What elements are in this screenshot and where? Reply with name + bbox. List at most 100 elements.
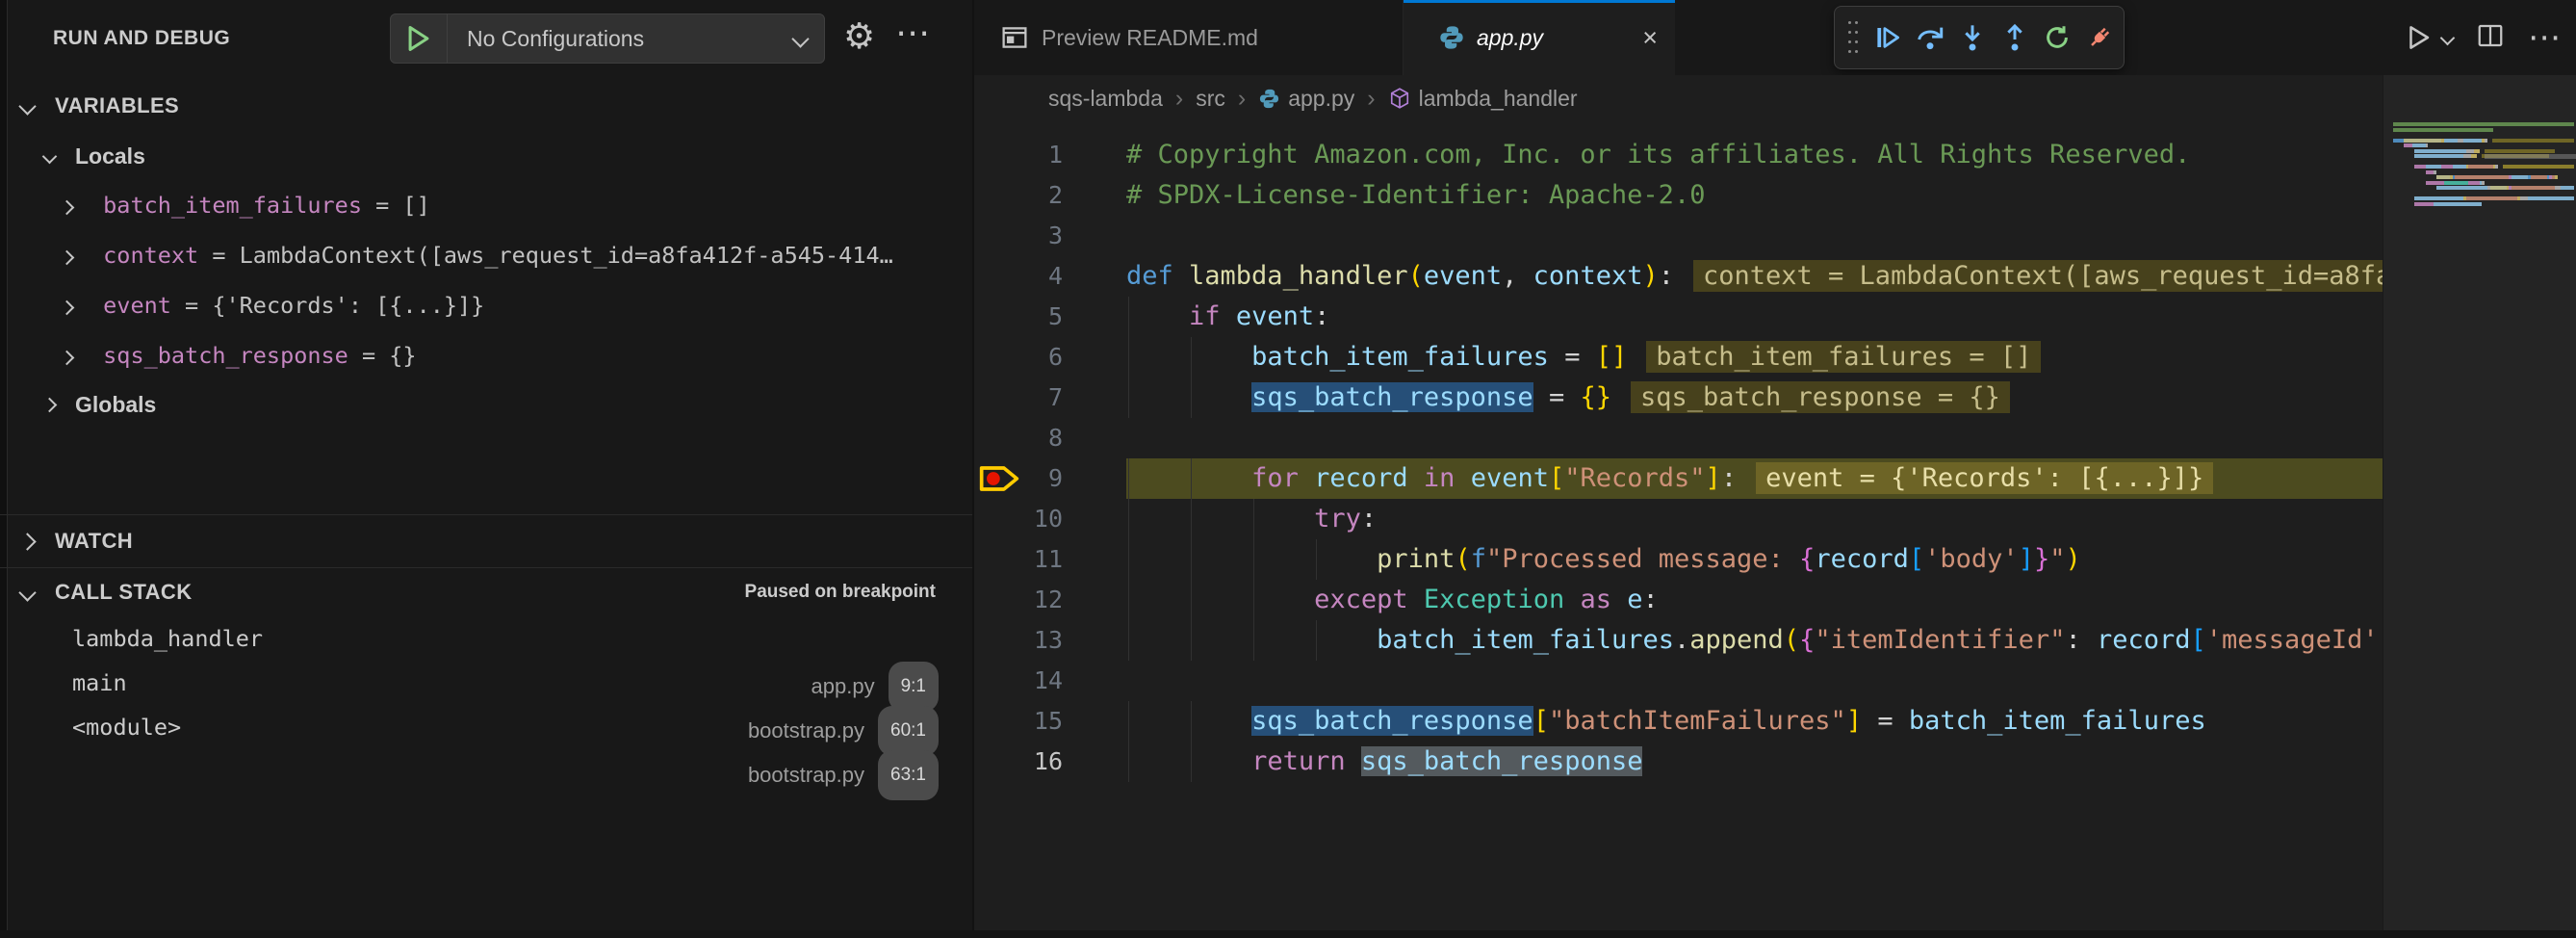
line-number[interactable]: 3 <box>974 216 1063 256</box>
code-token: ) <box>1642 261 1658 291</box>
breadcrumb-separator: › <box>1367 85 1375 113</box>
line-number[interactable]: 14 <box>974 661 1063 701</box>
debug-config-dropdown[interactable]: No Configurations <box>390 13 825 64</box>
tab-preview-readme[interactable]: Preview README.md <box>976 0 1404 75</box>
variable-row[interactable]: batch_item_failures = [] <box>0 180 972 230</box>
code-line[interactable]: sqs_batch_response["batchItemFailures"] … <box>1126 701 2383 742</box>
call-stack-frame[interactable]: <module> bootstrap.py 63:1 <box>0 705 972 749</box>
inline-debug-value: sqs_batch_response = {} <box>1631 381 2010 413</box>
close-icon[interactable]: × <box>1642 21 1658 54</box>
line-number[interactable]: 11 <box>974 539 1063 580</box>
drag-grip-handle[interactable] <box>1840 16 1865 59</box>
code-line[interactable]: try: <box>1126 499 2383 539</box>
code-token: { <box>1799 625 1815 655</box>
code-token: record <box>1815 544 1909 574</box>
line-number[interactable]: 10 <box>974 499 1063 539</box>
grip-dots-icon <box>1848 21 1856 54</box>
code-token: batch_item_failures <box>1909 706 2206 736</box>
minimap[interactable] <box>2383 75 2576 938</box>
code-line[interactable] <box>1126 216 2383 256</box>
code-token: "batchItemFailures" <box>1549 706 1846 736</box>
tab-app-py[interactable]: app.py × <box>1404 0 1675 75</box>
split-editor-button[interactable] <box>2476 21 2505 55</box>
debug-continue-button[interactable] <box>1868 16 1907 59</box>
code-editor[interactable]: 1 # Copyright Amazon.com, Inc. or its aff… <box>974 121 2383 938</box>
split-editor-icon <box>2476 21 2505 50</box>
variables-section-header[interactable]: VARIABLES <box>0 85 972 127</box>
debug-step-over-button[interactable] <box>1911 16 1949 59</box>
code-token: if <box>1189 301 1236 331</box>
breadcrumb-item[interactable]: src <box>1196 86 1225 112</box>
line-number[interactable]: 5 <box>974 297 1063 337</box>
globals-group[interactable]: Globals <box>0 382 972 427</box>
line-number[interactable]: 4 <box>974 256 1063 297</box>
minimap-line <box>2393 165 2574 169</box>
watch-section-header[interactable]: WATCH <box>0 517 972 565</box>
code-line[interactable]: if event: <box>1126 297 2383 337</box>
debug-step-into-button[interactable] <box>1953 16 1992 59</box>
call-stack-section-header[interactable]: CALL STACK Paused on breakpoint <box>0 569 972 615</box>
chevron-down-icon <box>42 148 58 164</box>
variable-row[interactable]: sqs_batch_response = {} <box>0 330 972 380</box>
code-token: , <box>1502 261 1533 291</box>
line-number[interactable]: 7 <box>974 378 1063 418</box>
code-line[interactable]: def lambda_handler(event, context):conte… <box>1126 256 2383 297</box>
debug-toolbar <box>1834 6 2125 69</box>
breadcrumb-item[interactable]: sqs-lambda <box>1048 86 1163 112</box>
code-token: ] <box>1846 706 1862 736</box>
call-stack-frame[interactable]: main bootstrap.py 60:1 <box>0 661 972 705</box>
step-over-icon <box>1915 22 1945 53</box>
code-token: f <box>1471 544 1486 574</box>
code-line[interactable]: except Exception as e: <box>1126 580 2383 620</box>
start-debug-button[interactable] <box>391 14 448 63</box>
variable-row[interactable]: event = {'Records': [{...}]} <box>0 280 972 330</box>
code-token: in <box>1408 463 1471 493</box>
code-token: record <box>2097 625 2191 655</box>
minimap-line <box>2393 170 2436 174</box>
line-number[interactable]: 15 <box>974 701 1063 742</box>
line-number[interactable]: 2 <box>974 175 1063 216</box>
code-line[interactable]: batch_item_failures.append({"itemIdentif… <box>1126 620 2383 661</box>
breadcrumb: sqs-lambda › src › app.py › <box>974 75 2373 121</box>
chevron-right-icon <box>60 351 75 366</box>
editor-group: Preview README.md app.py × <box>972 0 2576 938</box>
code-line[interactable]: print(f"Processed message: {record['body… <box>1126 539 2383 580</box>
more-actions-icon[interactable]: ⋯ <box>895 13 930 53</box>
line-number[interactable]: 13 <box>974 620 1063 661</box>
python-icon <box>1258 88 1280 110</box>
debug-restart-button[interactable] <box>2038 16 2076 59</box>
code-line[interactable]: return sqs_batch_response <box>1126 742 2383 782</box>
code-line[interactable]: # SPDX-License-Identifier: Apache-2.0 <box>1126 175 2383 216</box>
line-number[interactable]: 6 <box>974 337 1063 378</box>
editor-tab-bar: Preview README.md app.py × <box>974 0 2576 75</box>
line-number[interactable]: 12 <box>974 580 1063 620</box>
code-line[interactable] <box>1126 661 2383 701</box>
breadcrumb-item[interactable]: app.py <box>1258 86 1354 112</box>
line-number[interactable]: 16 <box>974 742 1063 782</box>
breakpoint-paused-icon[interactable] <box>978 464 1020 493</box>
code-token: : <box>1721 463 1737 493</box>
code-token: event <box>1424 261 1502 291</box>
call-stack-frame[interactable]: lambda_handler app.py 9:1 <box>0 616 972 661</box>
code-line[interactable]: # Copyright Amazon.com, Inc. or its affi… <box>1126 135 2383 175</box>
word-highlight: sqs_batch_response <box>1361 746 1643 776</box>
editor-more-actions-icon[interactable]: ⋯ <box>2528 23 2561 52</box>
locals-group[interactable]: Locals <box>0 135 972 177</box>
code-line[interactable] <box>1126 418 2383 458</box>
code-line[interactable]: sqs_batch_response = {}sqs_batch_respons… <box>1126 378 2383 418</box>
code-token: = <box>1533 382 1581 412</box>
line-number[interactable]: 1 <box>974 135 1063 175</box>
debug-step-out-button[interactable] <box>1996 16 2034 59</box>
gear-icon[interactable]: ⚙ <box>843 15 875 57</box>
window-bottom-edge <box>0 930 2576 938</box>
breadcrumb-item[interactable]: lambda_handler <box>1388 86 1578 112</box>
run-python-file-button[interactable] <box>2404 23 2453 52</box>
line-number[interactable]: 8 <box>974 418 1063 458</box>
code-line[interactable]: batch_item_failures = []batch_item_failu… <box>1126 337 2383 378</box>
code-line[interactable]: for record in event["Records"]:event = {… <box>1126 458 2383 499</box>
debug-disconnect-button[interactable] <box>2080 16 2119 59</box>
code-token: context <box>1533 261 1643 291</box>
code-token: [ <box>1909 544 1924 574</box>
variable-row[interactable]: context = LambdaContext([aws_request_id=… <box>0 230 972 280</box>
code-token: as <box>1564 585 1627 614</box>
